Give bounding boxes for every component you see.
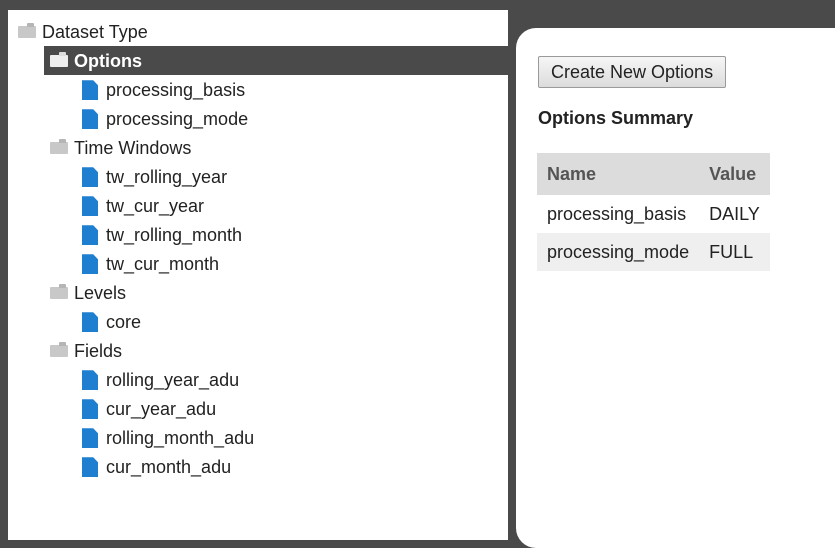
- tree-item-label: tw_rolling_year: [106, 166, 228, 187]
- file-icon: [82, 254, 98, 275]
- tree-item-label: rolling_month_adu: [106, 427, 255, 448]
- tree-item-cur-month-adu[interactable]: cur_month_adu: [82, 452, 231, 481]
- tree-item-label: tw_cur_year: [106, 195, 205, 216]
- folder-icon: [50, 52, 68, 68]
- file-icon: [82, 80, 98, 101]
- tree-root-label: Dataset Type: [42, 21, 148, 42]
- create-new-options-button[interactable]: Create New Options: [538, 56, 727, 88]
- file-icon: [82, 196, 98, 217]
- tree-folder-options[interactable]: Options: [44, 46, 508, 75]
- cell-value: DAILY: [699, 195, 770, 233]
- detail-panel: Create New Options Options Summary Name …: [516, 28, 835, 548]
- folder-icon: [18, 23, 36, 39]
- file-icon: [82, 370, 98, 391]
- options-summary-table: Name Value processing_basis DAILY proces…: [537, 153, 770, 271]
- tree-item-label: tw_rolling_month: [106, 224, 243, 245]
- cell-name: processing_basis: [537, 195, 700, 233]
- file-icon: [82, 399, 98, 420]
- tree-panel: Dataset Type Options processing_basis pr…: [8, 10, 508, 540]
- folder-icon: [50, 342, 68, 358]
- folder-icon: [50, 139, 68, 155]
- table-row: processing_basis DAILY: [537, 195, 770, 233]
- file-icon: [82, 428, 98, 449]
- options-summary-title: Options Summary: [538, 108, 694, 128]
- tree-item-label: core: [106, 311, 142, 332]
- tree-item-processing-mode[interactable]: processing_mode: [82, 104, 248, 133]
- tree-folder-fields[interactable]: Fields: [50, 336, 122, 365]
- tree-folder-label: Levels: [74, 282, 127, 303]
- tree-item-rolling-year-adu[interactable]: rolling_year_adu: [82, 365, 239, 394]
- column-header-name: Name: [537, 153, 700, 195]
- tree-item-label: cur_year_adu: [106, 398, 217, 419]
- tree-folder-label: Options: [74, 50, 142, 71]
- tree-folder-time-windows[interactable]: Time Windows: [50, 133, 191, 162]
- file-icon: [82, 109, 98, 130]
- tree-item-label: rolling_year_adu: [106, 369, 240, 390]
- tree-item-rolling-month-adu[interactable]: rolling_month_adu: [82, 423, 254, 452]
- tree-item-label: processing_mode: [106, 108, 249, 129]
- window-frame: [0, 0, 8, 548]
- table-row: processing_mode FULL: [537, 233, 770, 271]
- tree-item-tw-rolling-month[interactable]: tw_rolling_month: [82, 220, 242, 249]
- tree-item-core[interactable]: core: [82, 307, 141, 336]
- tree-folder-label: Fields: [74, 340, 123, 361]
- tree-item-tw-cur-year[interactable]: tw_cur_year: [82, 191, 204, 220]
- tree-item-processing-basis[interactable]: processing_basis: [82, 75, 245, 104]
- file-icon: [82, 457, 98, 478]
- tree-folder-levels[interactable]: Levels: [50, 278, 126, 307]
- tree-root[interactable]: Dataset Type: [18, 17, 148, 46]
- tree-item-label: cur_month_adu: [106, 456, 232, 477]
- cell-name: processing_mode: [537, 233, 700, 271]
- column-header-value: Value: [699, 153, 770, 195]
- tree-item-tw-cur-month[interactable]: tw_cur_month: [82, 249, 219, 278]
- tree-item-cur-year-adu[interactable]: cur_year_adu: [82, 394, 216, 423]
- cell-value: FULL: [699, 233, 770, 271]
- file-icon: [82, 225, 98, 246]
- tree-item-label: tw_cur_month: [106, 253, 220, 274]
- folder-icon: [50, 284, 68, 300]
- tree-folder-label: Time Windows: [74, 137, 192, 158]
- tree-item-tw-rolling-year[interactable]: tw_rolling_year: [82, 162, 227, 191]
- file-icon: [82, 167, 98, 188]
- table-header-row: Name Value: [537, 153, 770, 195]
- file-icon: [82, 312, 98, 333]
- tree-item-label: processing_basis: [106, 79, 246, 100]
